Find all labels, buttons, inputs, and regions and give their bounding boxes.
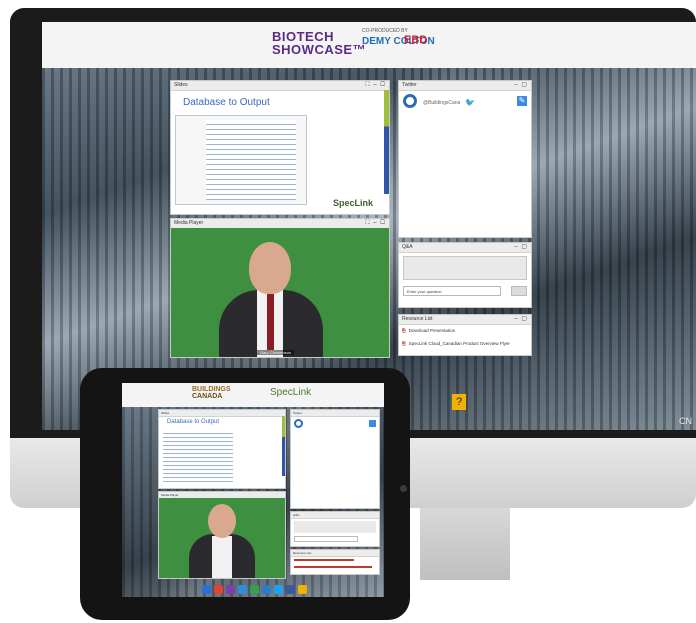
slide-accent-bar — [384, 90, 389, 194]
panel-window-controls[interactable]: ⛶ – ▢ — [365, 219, 386, 228]
buildings-canada-logo[interactable]: BUILDINGS CANADA — [192, 386, 231, 400]
monitor-stand — [420, 508, 510, 580]
biotech-showcase-logo[interactable]: BIOTECH SHOWCASE™ — [272, 30, 366, 56]
tablet-home-button[interactable] — [400, 485, 407, 492]
resource-item-product-flyer[interactable]: ⎘ SpecLink Cloud_Canadian Product Overvie… — [402, 341, 510, 346]
question-input[interactable]: Enter your question — [403, 286, 501, 296]
tablet-twitter-title: Twitter — [291, 410, 379, 417]
tablet-video-feed[interactable] — [159, 498, 285, 578]
panel-window-controls[interactable]: – ▢ — [514, 81, 528, 90]
tablet-slide-accent-bar — [282, 416, 285, 476]
corner-logo: CN — [679, 416, 692, 426]
help-button[interactable]: ? — [452, 394, 466, 410]
tablet-screen: BUILDINGS CANADA SpecLink Slides Databas… — [122, 383, 384, 597]
tablet-compose-icon[interactable] — [369, 420, 376, 427]
ebd-logo: EBD — [404, 34, 428, 46]
speaker-head — [249, 242, 291, 294]
help-icon[interactable] — [298, 585, 307, 594]
media-icon[interactable] — [226, 585, 235, 594]
tablet-slides-panel[interactable]: Slides Database to Output — [158, 409, 286, 489]
speaker-tie — [267, 294, 274, 350]
submit-question-button[interactable] — [511, 286, 527, 296]
twitter-avatar[interactable] — [403, 94, 417, 108]
qa-panel[interactable]: Q&A – ▢ Enter your question — [398, 242, 532, 308]
tablet-twitter-avatar[interactable] — [294, 419, 303, 428]
resources-icon[interactable] — [250, 585, 259, 594]
resource-panel-header: Resource List – ▢ — [399, 315, 531, 325]
tablet-slides-title: Slides — [159, 410, 285, 417]
resource-item-download-presentation[interactable]: ⎘ Download Presentation — [402, 328, 455, 333]
resource-panel-title: Resource List — [402, 316, 433, 322]
slides-panel-title: Slides — [174, 82, 188, 88]
qa-panel-header: Q&A – ▢ — [399, 243, 531, 253]
tablet-qa-messages — [294, 521, 376, 533]
speclink-logo: SpecLink — [332, 198, 373, 208]
twitter-icon[interactable] — [274, 585, 283, 594]
coproduced-label: CO-PRODUCED BY — [362, 28, 408, 34]
slides-panel-header: Slides ⛶ – ▢ — [171, 81, 389, 91]
panel-window-controls[interactable]: ⛶ – ▢ — [365, 81, 386, 90]
tablet-speclink-logo: SpecLink — [270, 387, 312, 398]
tablet-twitter-panel[interactable]: Twitter — [290, 409, 380, 509]
slide-heading: Database to Output — [183, 97, 270, 108]
panel-window-controls[interactable]: – ▢ — [514, 243, 528, 252]
tablet-qa-title: Q&A — [291, 512, 379, 519]
tablet-dock — [202, 585, 307, 597]
twitter-bird-icon: 🐦 — [465, 98, 475, 107]
twitter-panel-title: Twitter — [402, 82, 417, 88]
qa-messages-area — [403, 256, 527, 280]
twitter-panel[interactable]: Twitter – ▢ @BuildingsCana 🐦 ✎ — [398, 80, 532, 238]
media-panel-title: Media Player — [174, 220, 204, 226]
site-header: BIOTECH SHOWCASE™ CO-PRODUCED BY DEMY CO… — [42, 22, 696, 68]
pdf-icon: ⎘ — [402, 328, 406, 333]
tablet-slide-heading: Database to Output — [167, 419, 220, 425]
tablet-resource-title: Resource List — [291, 550, 379, 557]
slides-panel[interactable]: Slides ⛶ – ▢ Database to Output SpecLink — [170, 80, 390, 215]
chat-icon[interactable] — [262, 585, 271, 594]
tablet-speaker-shirt — [212, 536, 232, 578]
video-feed[interactable]: Gary Christenson — [171, 228, 389, 357]
tablet-media-panel[interactable]: Media Player — [158, 491, 286, 579]
slides-icon[interactable] — [214, 585, 223, 594]
mail-icon[interactable] — [202, 585, 211, 594]
pdf-icon: ⎘ — [402, 341, 406, 346]
profile-icon[interactable] — [238, 585, 247, 594]
tablet-resource-item[interactable] — [294, 566, 372, 568]
panel-window-controls[interactable]: – ▢ — [514, 315, 528, 324]
tablet-header: BUILDINGS CANADA SpecLink — [122, 383, 384, 407]
tablet-qa-panel[interactable]: Q&A — [290, 511, 380, 547]
twitter-handle[interactable]: @BuildingsCana — [423, 100, 460, 106]
media-player-panel[interactable]: Media Player ⛶ – ▢ Gary Christenson — [170, 218, 390, 358]
resource-list-panel[interactable]: Resource List – ▢ ⎘ Download Presentation… — [398, 314, 532, 356]
slide-screenshot — [175, 115, 307, 205]
compose-tweet-icon[interactable]: ✎ — [517, 96, 527, 106]
tablet-speaker-head — [208, 504, 236, 538]
tablet-question-input[interactable] — [294, 536, 358, 542]
qa-panel-title: Q&A — [402, 244, 413, 250]
tablet-slide-screenshot — [163, 430, 233, 482]
tablet-resource-item[interactable] — [294, 559, 354, 561]
speaker-caption: Gary Christenson — [257, 350, 295, 355]
facebook-icon[interactable] — [286, 585, 295, 594]
tablet-resource-panel[interactable]: Resource List — [290, 549, 380, 575]
twitter-panel-header: Twitter – ▢ — [399, 81, 531, 91]
